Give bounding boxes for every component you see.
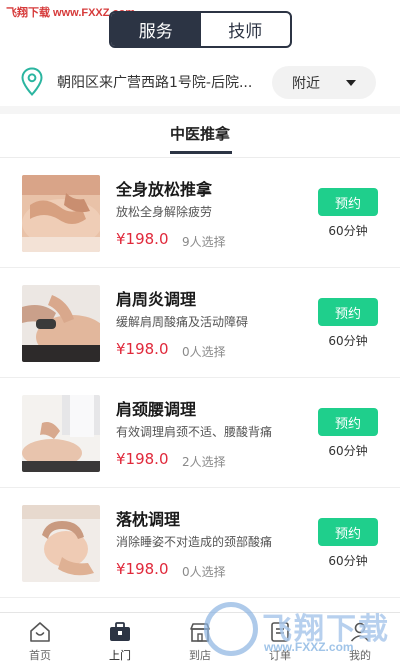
service-price: ¥198.0 bbox=[116, 340, 169, 358]
service-description: 消除睡姿不对造成的颈部酸痛 bbox=[116, 535, 273, 549]
location-bar: 朝阳区来广营西路1号院-后院... 附近 bbox=[0, 58, 400, 106]
service-list: 全身放松推拿 放松全身解除疲劳 ¥198.0 9人选择 预约 60分钟 肩周炎调… bbox=[0, 158, 400, 598]
book-button[interactable]: 预约 bbox=[318, 408, 378, 436]
tab-mine-label: 我的 bbox=[349, 649, 371, 662]
service-item[interactable]: 全身放松推拿 放松全身解除疲劳 ¥198.0 9人选择 预约 60分钟 bbox=[0, 158, 400, 268]
tab-orders[interactable]: 订单 bbox=[240, 613, 320, 667]
service-thumbnail bbox=[22, 285, 100, 362]
service-selection-count: 0人选择 bbox=[182, 565, 226, 579]
book-button[interactable]: 预约 bbox=[318, 298, 378, 326]
store-icon bbox=[190, 623, 210, 642]
tab-visit-label: 上门 bbox=[109, 649, 131, 662]
section-divider bbox=[0, 106, 400, 114]
segment-control: 服务 技师 bbox=[109, 11, 292, 48]
service-price: ¥198.0 bbox=[116, 450, 169, 468]
location-pin-icon bbox=[21, 67, 43, 96]
tab-home[interactable]: 首页 bbox=[0, 613, 80, 667]
nearby-label: 附近 bbox=[292, 75, 320, 92]
service-title: 全身放松推拿 bbox=[116, 180, 213, 199]
service-item[interactable]: 落枕调理 消除睡姿不对造成的颈部酸痛 ¥198.0 0人选择 预约 60分钟 bbox=[0, 488, 400, 598]
service-description: 放松全身解除疲劳 bbox=[116, 205, 213, 219]
tab-orders-label: 订单 bbox=[269, 649, 291, 662]
service-selection-count: 0人选择 bbox=[182, 345, 226, 359]
service-price: ¥198.0 bbox=[116, 560, 169, 578]
service-thumbnail bbox=[22, 175, 100, 252]
caret-down-icon bbox=[346, 80, 356, 86]
service-selection-count: 2人选择 bbox=[182, 455, 226, 469]
service-item[interactable]: 肩颈腰调理 有效调理肩颈不适、腰酸背痛 ¥198.0 2人选择 预约 60分钟 bbox=[0, 378, 400, 488]
bottom-tab-bar: 首页 上门 到店 订单 我的 bbox=[0, 612, 400, 667]
home-icon bbox=[30, 622, 50, 642]
category-tab-indicator bbox=[170, 151, 232, 154]
service-description: 有效调理肩颈不适、腰酸背痛 bbox=[116, 425, 273, 439]
tab-store-label: 到店 bbox=[189, 649, 211, 662]
service-description: 缓解肩周酸痛及活动障碍 bbox=[116, 315, 249, 329]
service-title: 肩周炎调理 bbox=[116, 290, 197, 309]
book-button[interactable]: 预约 bbox=[318, 188, 378, 216]
service-thumbnail bbox=[22, 505, 100, 582]
orders-icon bbox=[271, 622, 289, 642]
service-duration: 60分钟 bbox=[328, 224, 368, 238]
service-item[interactable]: 肩周炎调理 缓解肩周酸痛及活动障碍 ¥198.0 0人选择 预约 60分钟 bbox=[0, 268, 400, 378]
user-icon bbox=[350, 622, 370, 642]
location-address[interactable]: 朝阳区来广营西路1号院-后院... bbox=[57, 72, 257, 92]
book-button[interactable]: 预约 bbox=[318, 518, 378, 546]
tab-mine[interactable]: 我的 bbox=[320, 613, 400, 667]
service-price: ¥198.0 bbox=[116, 230, 169, 248]
service-duration: 60分钟 bbox=[328, 554, 368, 568]
category-tab[interactable]: 中医推拿 bbox=[0, 123, 400, 144]
service-selection-count: 9人选择 bbox=[182, 235, 226, 249]
tab-visit[interactable]: 上门 bbox=[80, 613, 160, 667]
service-thumbnail bbox=[22, 395, 100, 472]
service-title: 落枕调理 bbox=[116, 510, 181, 529]
segment-service-button[interactable]: 服务 bbox=[111, 13, 201, 46]
toolbox-icon bbox=[110, 622, 130, 641]
service-duration: 60分钟 bbox=[328, 444, 368, 458]
tab-home-label: 首页 bbox=[29, 649, 51, 662]
nearby-dropdown[interactable]: 附近 bbox=[272, 66, 376, 99]
tab-store[interactable]: 到店 bbox=[160, 613, 240, 667]
service-duration: 60分钟 bbox=[328, 334, 368, 348]
segment-therapist-button[interactable]: 技师 bbox=[201, 13, 291, 46]
service-title: 肩颈腰调理 bbox=[116, 400, 197, 419]
